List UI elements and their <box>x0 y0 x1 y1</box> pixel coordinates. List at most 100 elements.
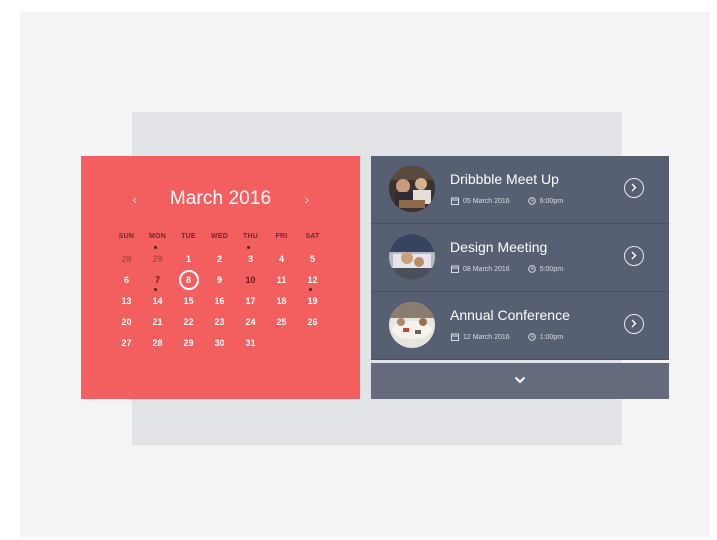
calendar-day-number: 25 <box>276 317 287 327</box>
chevron-right-circle-icon[interactable] <box>624 314 644 334</box>
event-date: 12 March 2016 <box>463 333 510 341</box>
calendar-day-number: 5 <box>309 254 315 264</box>
calendar-day-number: 20 <box>121 317 132 327</box>
calendar-day[interactable]: 17 <box>235 291 266 311</box>
calendar-day-number: 29 <box>152 254 163 264</box>
calendar-day-today[interactable]: 8 <box>173 270 204 290</box>
calendar-day-number: 2 <box>216 254 222 264</box>
calendar-panel: ‹ March 2016 › SUN MON TUE WED THU FRI S… <box>81 156 360 399</box>
calendar-day[interactable]: 29 <box>173 333 204 353</box>
calendar-day[interactable]: 15 <box>173 291 204 311</box>
calendar-day-number: 22 <box>183 317 194 327</box>
calendar-day-number: 26 <box>307 317 318 327</box>
calendar-day-number: 11 <box>276 275 287 285</box>
calendar-day-number: 28 <box>121 254 132 264</box>
event-item[interactable]: Design Meeting 08 March 2016 5:00pm <box>371 224 669 292</box>
event-title: Annual Conference <box>450 307 570 323</box>
calendar-day[interactable]: 5 <box>297 249 328 269</box>
calendar-day[interactable]: 20 <box>111 312 142 332</box>
calendar-week-row: 27 28 29 30 31 <box>111 333 328 353</box>
event-indicator-dot <box>153 246 157 249</box>
calendar-day-number: 4 <box>278 254 284 264</box>
weekday-label: TUE <box>181 233 196 240</box>
chevron-left-icon[interactable]: ‹ <box>127 186 143 212</box>
calendar-day[interactable]: 16 <box>204 291 235 311</box>
clock-icon <box>527 333 536 341</box>
calendar-day[interactable]: 7 <box>142 270 173 290</box>
calendar-day[interactable]: 28 <box>142 333 173 353</box>
chevron-right-circle-icon[interactable] <box>624 246 644 266</box>
calendar-day-number: 30 <box>214 338 225 348</box>
event-meta: 05 March 2016 6:00pm <box>451 197 563 205</box>
calendar-day[interactable]: 30 <box>204 333 235 353</box>
calendar-day-number: 24 <box>245 317 256 327</box>
calendar-day[interactable]: 6 <box>111 270 142 290</box>
event-thumbnail <box>389 302 435 348</box>
calendar-day[interactable]: 18 <box>266 291 297 311</box>
calendar-day[interactable]: 21 <box>142 312 173 332</box>
event-thumbnail <box>389 234 435 280</box>
calendar-day-number: 8 <box>185 275 191 285</box>
calendar-day-number: 1 <box>185 254 191 264</box>
calendar-day-number: 19 <box>307 296 318 306</box>
clock-icon <box>527 265 536 273</box>
calendar-day-number: 9 <box>216 275 222 285</box>
calendar-day[interactable]: 12 <box>297 270 328 290</box>
calendar-icon <box>451 265 459 273</box>
calendar-day-number: 16 <box>214 296 225 306</box>
weekday-label: SUN <box>118 233 135 240</box>
chevron-right-icon[interactable]: › <box>299 186 315 212</box>
event-indicator-dot <box>308 288 312 291</box>
event-date: 05 March 2016 <box>463 197 510 205</box>
event-item[interactable]: Dribbble Meet Up 05 March 2016 6:00pm <box>371 156 669 224</box>
chevron-right-circle-icon[interactable] <box>624 178 644 198</box>
event-time: 5:00pm <box>539 265 564 273</box>
weekday-label: SAT <box>305 233 320 240</box>
calendar-day-number: 29 <box>183 338 194 348</box>
event-indicator-dot <box>246 246 250 249</box>
calendar-day-number: 7 <box>154 275 160 285</box>
calendar-icon <box>451 333 459 341</box>
month-title: March 2016 <box>169 188 272 209</box>
chevron-down-icon <box>514 376 526 384</box>
weekday-label: WED <box>211 233 228 240</box>
calendar-day-number: 13 <box>121 296 132 306</box>
calendar-day[interactable]: 27 <box>111 333 142 353</box>
calendar-day[interactable]: 23 <box>204 312 235 332</box>
calendar-day-number: 21 <box>152 317 163 327</box>
calendar-day[interactable]: 9 <box>204 270 235 290</box>
calendar-day-number: 3 <box>247 254 253 264</box>
calendar-day[interactable]: 3 <box>235 246 266 269</box>
calendar-day[interactable]: 29 <box>142 246 173 269</box>
show-more-button[interactable] <box>371 363 669 399</box>
calendar-day[interactable]: 2 <box>204 249 235 269</box>
calendar-day[interactable]: 19 <box>297 288 328 311</box>
event-meta: 08 March 2016 5:00pm <box>451 265 563 273</box>
calendar-day[interactable]: 26 <box>297 312 328 332</box>
calendar-day[interactable]: 4 <box>266 249 297 269</box>
event-item[interactable]: Annual Conference 12 March 2016 1:00pm <box>371 292 669 360</box>
event-date: 08 March 2016 <box>463 265 510 273</box>
event-meta: 12 March 2016 1:00pm <box>451 333 563 341</box>
calendar-week-row: 28 29 1 2 3 4 5 <box>111 246 328 269</box>
calendar-day[interactable]: 28 <box>111 249 142 269</box>
event-indicator-dot <box>153 288 157 291</box>
calendar-week-row: 6 7 8 9 10 11 12 <box>111 270 328 290</box>
calendar-day[interactable]: 1 <box>173 249 204 269</box>
calendar-day[interactable]: 14 <box>142 288 173 311</box>
calendar-day[interactable]: 10 <box>235 270 266 290</box>
calendar-day-number: 28 <box>152 338 163 348</box>
calendar-week-row: 13 14 15 16 17 18 19 <box>111 288 328 311</box>
calendar-day[interactable]: 31 <box>235 333 266 353</box>
calendar-day[interactable]: 24 <box>235 312 266 332</box>
event-time: 1:00pm <box>539 333 564 341</box>
calendar-day-number: 17 <box>245 296 256 306</box>
calendar-day[interactable]: 11 <box>266 270 297 290</box>
weekday-label: MON <box>149 233 166 240</box>
calendar-icon <box>451 197 459 205</box>
weekday-label: THU <box>243 233 258 240</box>
calendar-day-number: 31 <box>245 338 256 348</box>
calendar-day[interactable]: 13 <box>111 291 142 311</box>
calendar-day[interactable]: 25 <box>266 312 297 332</box>
calendar-day[interactable]: 22 <box>173 312 204 332</box>
